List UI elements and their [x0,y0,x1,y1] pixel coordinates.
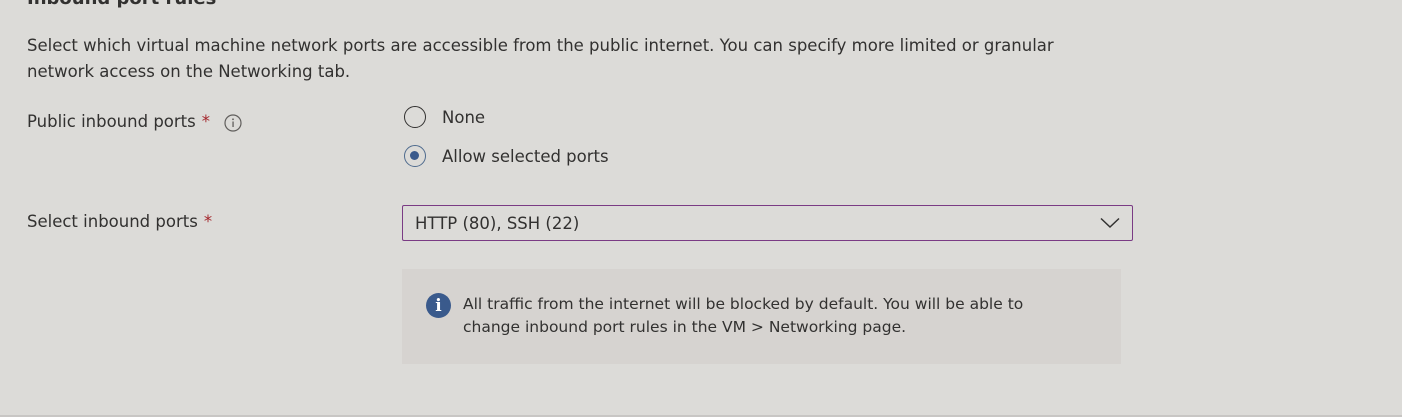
radio-option-allow-selected-ports[interactable]: Allow selected ports [404,145,609,167]
radio-allow-selected-ports[interactable] [404,145,426,167]
radio-none-label: None [442,107,486,127]
public-inbound-ports-label-text: Public inbound ports [27,112,196,131]
chevron-down-icon [1100,214,1120,233]
required-asterisk: * [201,112,210,131]
select-inbound-ports-label-text: Select inbound ports [27,212,198,231]
info-message-text: All traffic from the internet will be bl… [463,295,1024,336]
required-asterisk: * [203,212,213,231]
dropdown-selected-value: HTTP (80), SSH (22) [415,213,580,233]
section-description: Select which virtual machine network por… [27,36,1054,81]
select-inbound-ports-label: Select inbound ports * [27,212,212,231]
public-inbound-ports-label: Public inbound ports * [27,112,242,132]
radio-none[interactable] [404,106,426,128]
select-inbound-ports-dropdown[interactable]: HTTP (80), SSH (22) [402,205,1133,241]
section-title: Inbound port rules [27,0,216,9]
radio-option-none[interactable]: None [404,106,485,128]
info-message-box: i All traffic from the internet will be … [402,269,1121,364]
radio-allow-selected-ports-label: Allow selected ports [442,146,609,166]
info-circle-icon[interactable] [224,113,242,132]
info-icon: i [426,293,451,318]
